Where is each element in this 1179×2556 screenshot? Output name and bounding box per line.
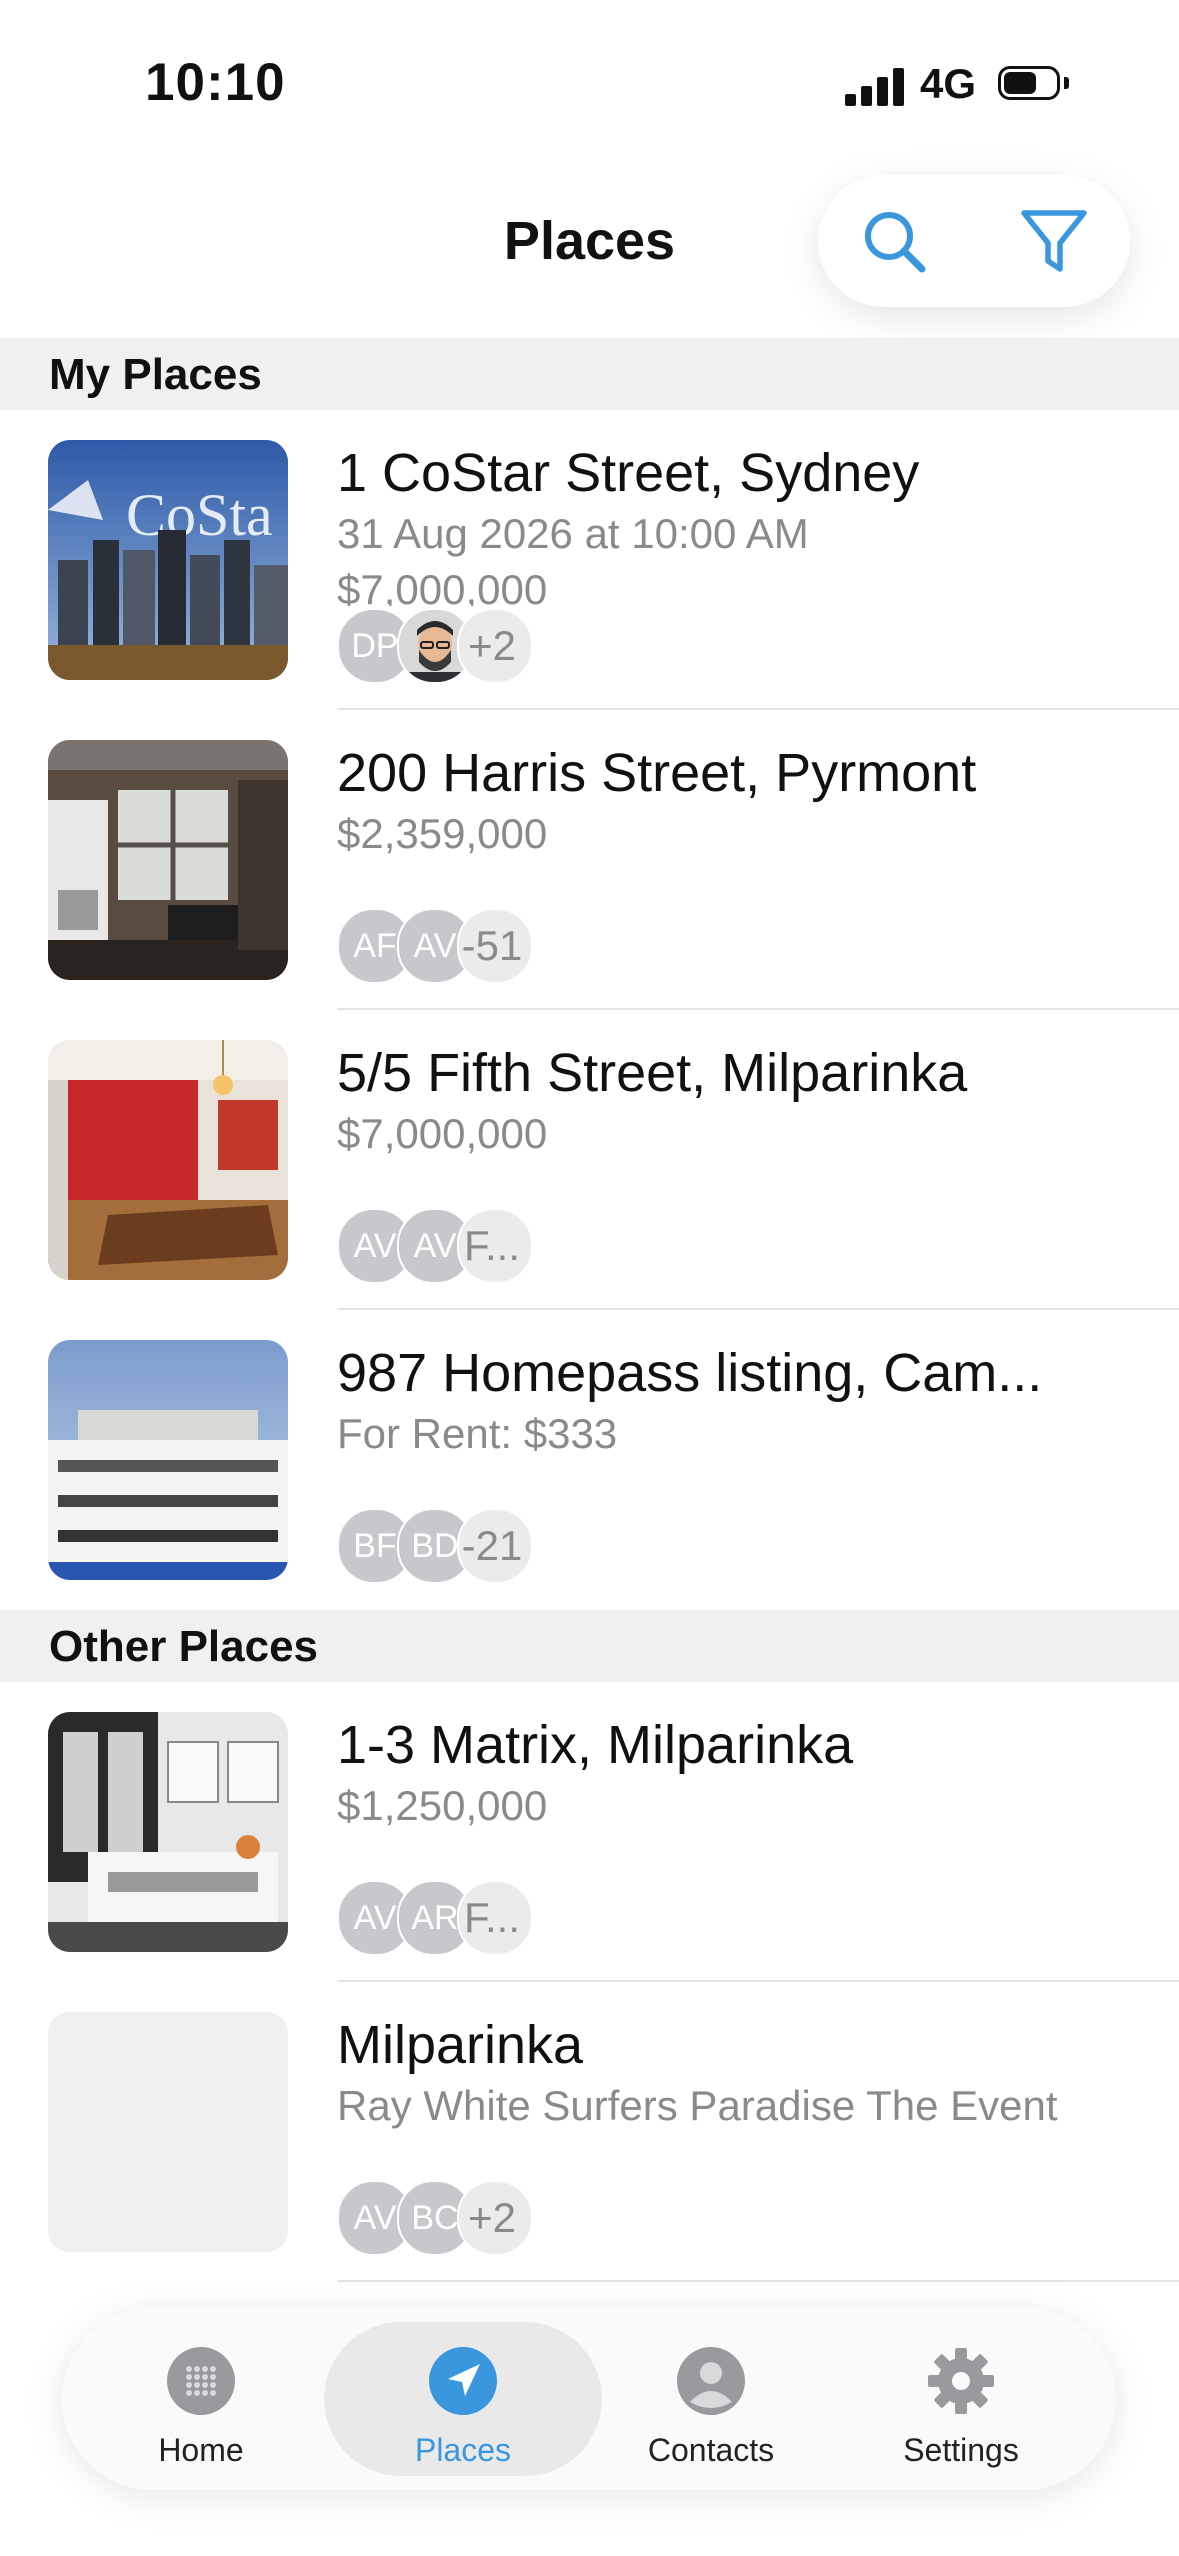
place-price: $7,000,000: [337, 1110, 548, 1157]
tab-bar: Home Places Contacts Settings: [62, 2308, 1116, 2490]
header-actions: [818, 175, 1130, 307]
list-item-place[interactable]: 987 Homepass listing, Cam... For Rent: $…: [0, 1310, 1179, 1610]
place-date: 31 Aug 2026 at 10:00 AM: [337, 510, 809, 557]
search-icon: [865, 212, 926, 273]
place-price: $7,000,000: [337, 566, 548, 606]
list-item-place[interactable]: CoSta 1 CoStar Street, Sydney 31 Aug 202…: [0, 410, 1179, 710]
tab-label: Settings: [903, 2432, 1019, 2468]
list-item-place[interactable]: 1-3 Matrix, Milparinka $1,250,000 AV AR …: [0, 1682, 1179, 1982]
place-thumbnail: [48, 1340, 288, 1580]
status-time: 10:10: [145, 53, 286, 112]
filter-button[interactable]: [1018, 205, 1090, 277]
place-title: 1-3 Matrix, Milparinka: [337, 1715, 854, 1775]
place-thumbnail-placeholder: [48, 2012, 288, 2252]
place-thumbnail: CoSta: [48, 440, 288, 680]
place-title: 5/5 Fifth Street, Milparinka: [337, 1043, 968, 1103]
person-icon: [677, 2347, 745, 2415]
place-title: 987 Homepass listing, Cam...: [337, 1343, 1043, 1403]
more-participants-badge: F...: [457, 1208, 533, 1284]
status-bar: 10:10 4G: [0, 0, 1179, 160]
list-item-place[interactable]: Milparinka Ray White Surfers Paradise Th…: [0, 1982, 1179, 2282]
section-title: My Places: [49, 350, 262, 399]
place-price: $1,250,000: [337, 1782, 548, 1829]
location-arrow-icon: [429, 2347, 497, 2415]
place-subtitle: Ray White Surfers Paradise The Event: [337, 2082, 1058, 2129]
more-participants-badge: +2: [457, 2180, 533, 2256]
section-title: Other Places: [49, 1622, 319, 1671]
place-title: Milparinka: [337, 2015, 584, 2075]
place-title: 200 Harris Street, Pyrmont: [337, 743, 977, 803]
list-item-place[interactable]: 5/5 Fifth Street, Milparinka $7,000,000 …: [0, 1010, 1179, 1310]
divider: [337, 2280, 1179, 2282]
network-type: 4G: [920, 60, 977, 107]
tab-label: Contacts: [647, 2432, 775, 2468]
search-button[interactable]: [858, 205, 930, 277]
place-thumbnail: [48, 1712, 288, 1952]
place-title: 1 CoStar Street, Sydney: [337, 443, 920, 503]
cellular-signal-icon: [845, 66, 907, 106]
place-thumbnail: [48, 1040, 288, 1280]
gear-icon: [928, 2348, 994, 2414]
home-grid-icon: [167, 2347, 235, 2415]
section-header-my-places: My Places: [0, 338, 1179, 410]
tab-label: Home: [158, 2432, 244, 2468]
filter-icon: [1021, 210, 1087, 272]
battery-icon: [998, 66, 1070, 104]
more-participants-badge: -51: [457, 908, 533, 984]
tab-places[interactable]: Places: [324, 2322, 602, 2476]
svg-text:CoSta: CoSta: [126, 482, 273, 548]
more-participants-badge: -21: [457, 1508, 533, 1584]
place-thumbnail: [48, 740, 288, 980]
tab-settings[interactable]: Settings: [822, 2322, 1100, 2476]
more-participants-badge: F...: [457, 1880, 533, 1956]
more-participants-badge: +2: [457, 608, 533, 684]
place-price: $2,359,000: [337, 810, 548, 857]
tab-label: Places: [414, 2432, 512, 2468]
list-item-place[interactable]: 200 Harris Street, Pyrmont $2,359,000 AF…: [0, 710, 1179, 1010]
tab-contacts[interactable]: Contacts: [572, 2322, 850, 2476]
tab-home[interactable]: Home: [62, 2322, 340, 2476]
place-price: For Rent: $333: [337, 1410, 618, 1457]
section-header-other-places: Other Places: [0, 1610, 1179, 1682]
